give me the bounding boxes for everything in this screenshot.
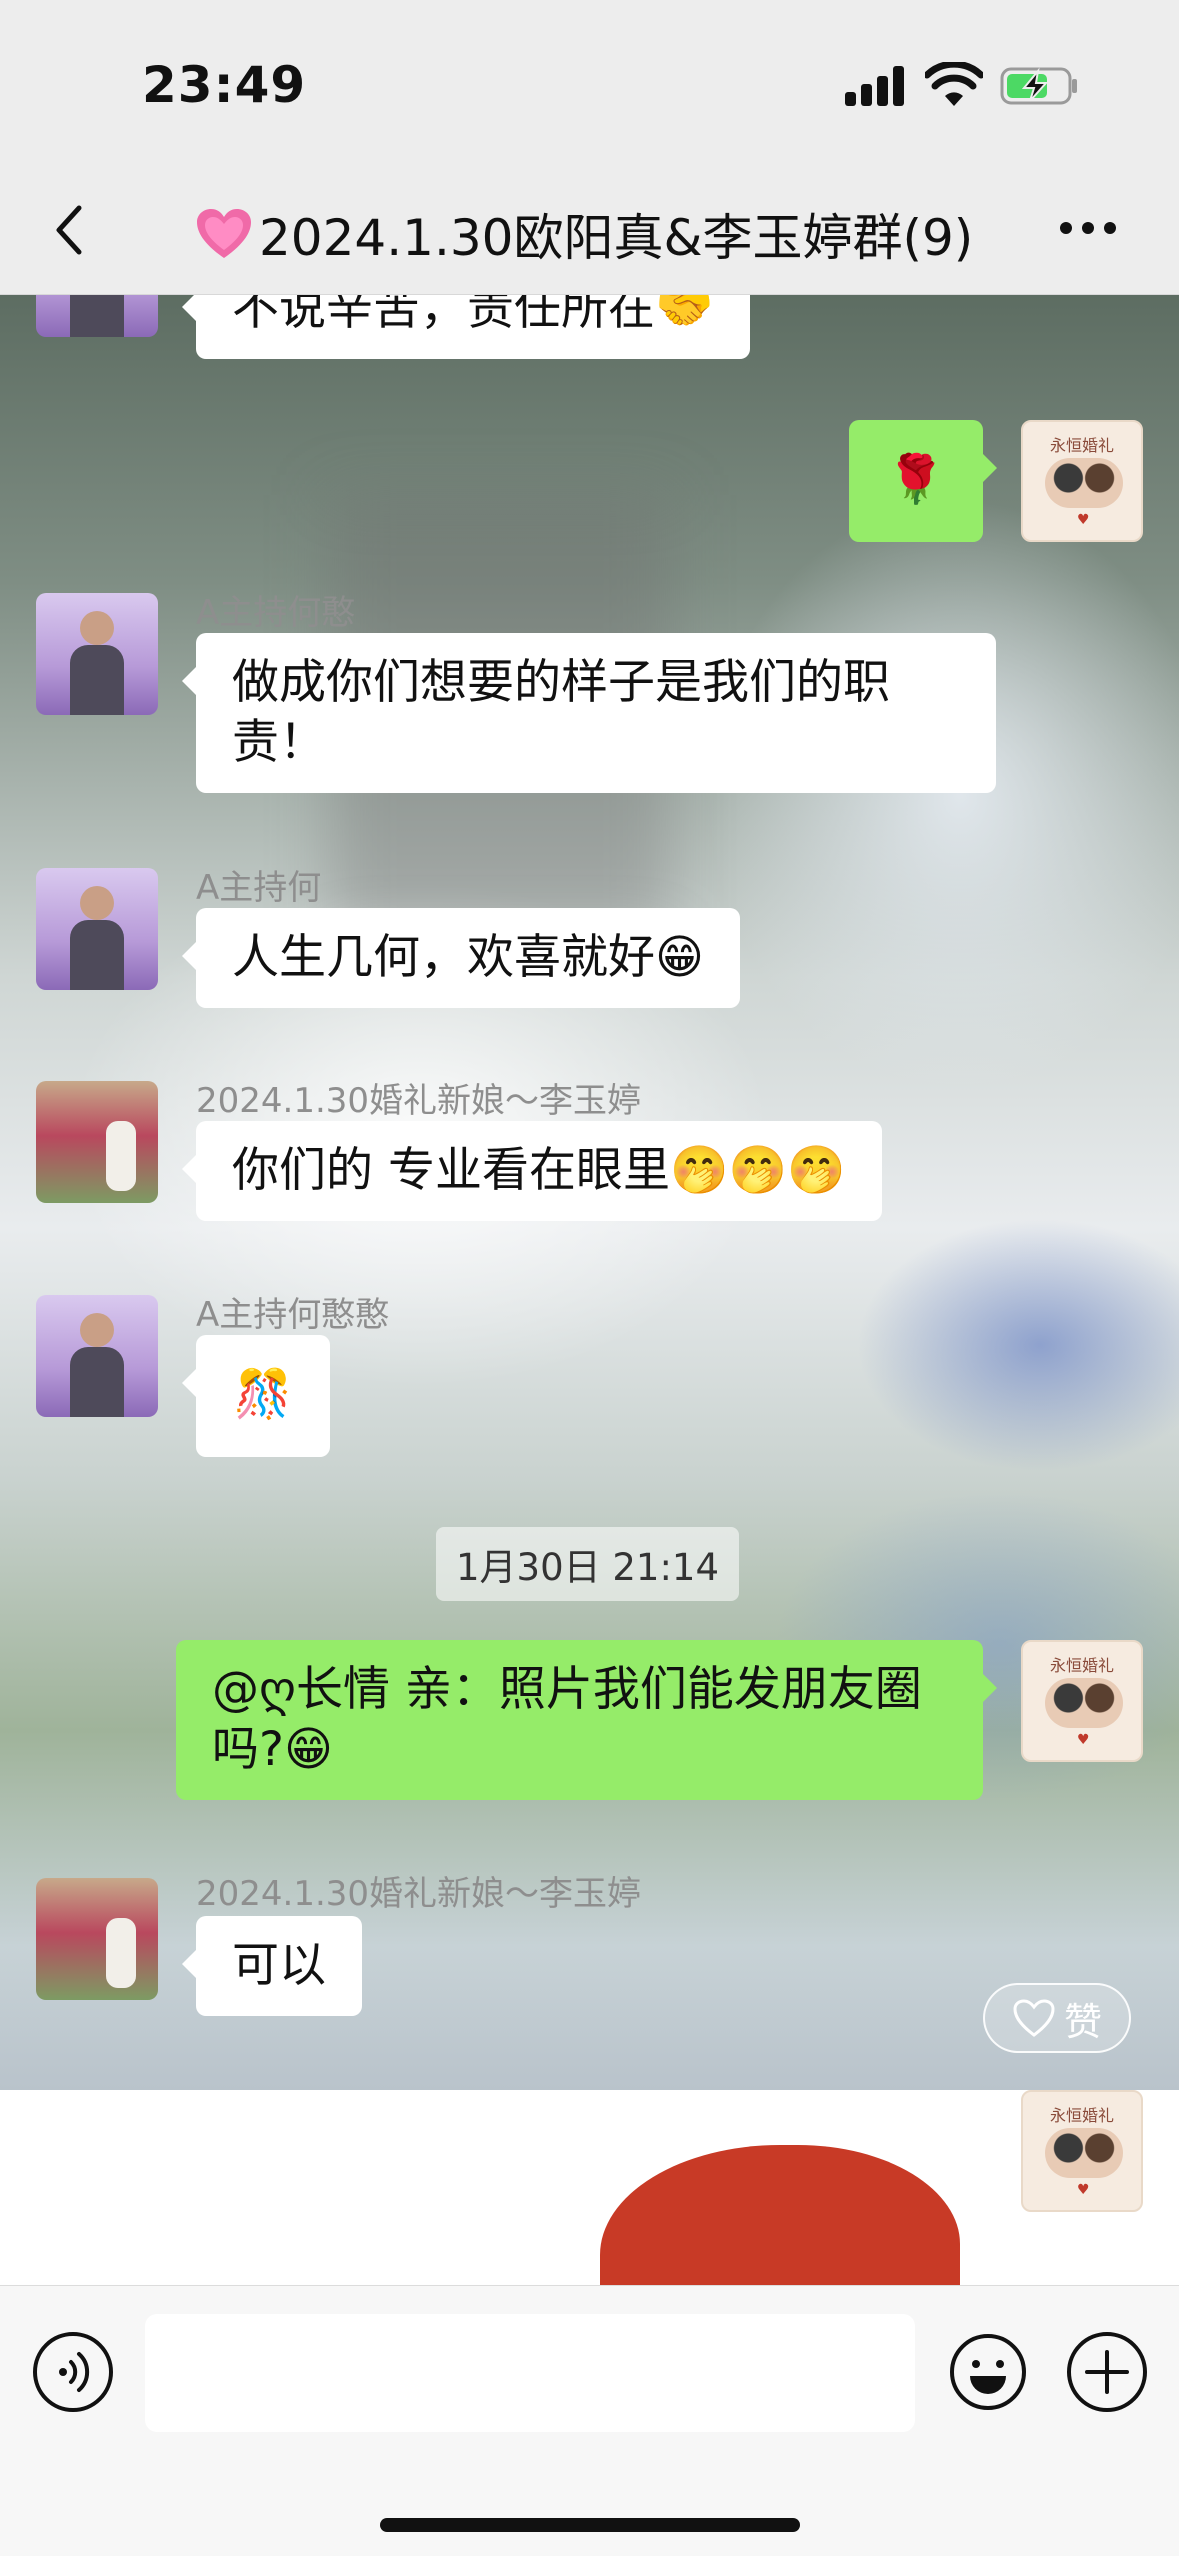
- avatar-logo-text: 永恒婚礼: [1049, 1656, 1114, 1675]
- avatar-host[interactable]: [36, 868, 158, 990]
- message-bubble[interactable]: @ღ长情 亲：照片我们能发朋友圈吗?😁: [176, 1640, 997, 1800]
- like-button[interactable]: 赞: [983, 1983, 1131, 2053]
- message-bubble[interactable]: 人生几何，欢喜就好😁: [182, 908, 740, 1008]
- signal-icon: [845, 66, 907, 106]
- message-input[interactable]: [145, 2314, 915, 2432]
- image-message[interactable]: 永恒婚礼 ♥: [0, 2090, 1179, 2285]
- voice-icon[interactable]: [33, 2332, 113, 2412]
- message-bubble[interactable]: 不说辛苦，责任所在🤝: [182, 295, 750, 359]
- sender-name: A主持何憨: [196, 593, 356, 633]
- emoji-icon[interactable]: [948, 2332, 1028, 2412]
- time-stamp: 1月30日 21:14: [436, 1527, 740, 1601]
- card-decoration: [600, 2145, 960, 2285]
- input-bar: [0, 2285, 1179, 2556]
- message-bubble[interactable]: 🌹: [849, 420, 997, 542]
- avatar-self[interactable]: 永恒婚礼 ♥: [1021, 2090, 1143, 2212]
- plus-icon[interactable]: [1067, 2332, 1147, 2412]
- avatar-logo-text: 永恒婚礼: [1049, 2106, 1114, 2125]
- avatar-host[interactable]: [36, 593, 158, 715]
- message-bubble[interactable]: 可以: [182, 1916, 362, 2016]
- avatar-host[interactable]: [36, 295, 158, 337]
- group-title-text: 2024.1.30欧阳真&李玉婷群(9): [259, 209, 974, 267]
- message-bubble[interactable]: 🎊: [182, 1335, 330, 1457]
- wifi-icon: [925, 62, 983, 106]
- message-bubble[interactable]: 你们的 专业看在眼里🤭🤭🤭: [182, 1121, 882, 1221]
- status-bar: 23:49: [0, 0, 1179, 170]
- chat-header: 2024.1.30欧阳真&李玉婷群(9): [0, 170, 1179, 295]
- chat-area[interactable]: 不说辛苦，责任所在🤝 永恒婚礼 ♥ 🌹 A主持何憨 做成你们想要的样子是我们的职责…: [0, 295, 1179, 2090]
- avatar-logo-text: 永恒婚礼: [1049, 436, 1114, 455]
- like-label: 赞: [1063, 1999, 1102, 2044]
- avatar-bride[interactable]: [36, 1081, 158, 1203]
- sender-name: 2024.1.30婚礼新娘～李玉婷: [196, 1874, 642, 1914]
- message-bubble[interactable]: 做成你们想要的样子是我们的职责！: [182, 633, 996, 793]
- avatar-bride[interactable]: [36, 1878, 158, 2000]
- sender-name: 2024.1.30婚礼新娘～李玉婷: [196, 1081, 642, 1121]
- status-time: 23:49: [142, 56, 307, 114]
- group-title[interactable]: 2024.1.30欧阳真&李玉婷群(9): [195, 198, 973, 270]
- avatar-host[interactable]: [36, 1295, 158, 1417]
- home-indicator[interactable]: [380, 2518, 800, 2532]
- avatar-self[interactable]: 永恒婚礼 ♥: [1021, 1640, 1143, 1762]
- sender-name: A主持何憨憨: [196, 1295, 390, 1335]
- avatar-self[interactable]: 永恒婚礼 ♥: [1021, 420, 1143, 542]
- sender-name: A主持何: [196, 868, 322, 908]
- back-chevron-icon[interactable]: [45, 200, 95, 260]
- battery-charging-icon: [1000, 67, 1077, 105]
- heart-outline-icon: [1013, 1999, 1055, 2037]
- heart-emoji-icon: [197, 209, 251, 258]
- more-dots-icon[interactable]: [1060, 222, 1116, 234]
